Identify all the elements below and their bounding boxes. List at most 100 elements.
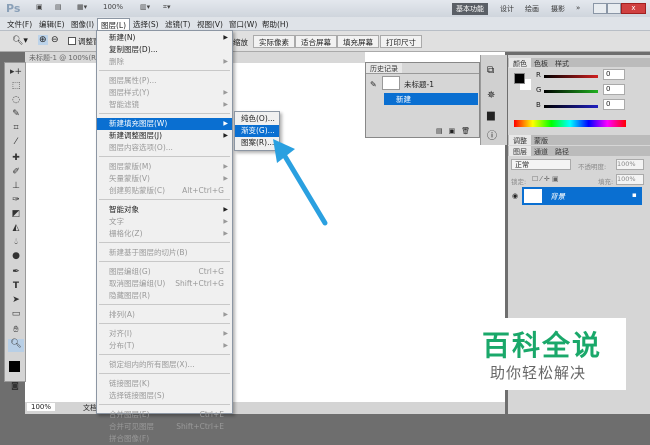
close-button[interactable]: x [621,3,646,14]
menu-item[interactable]: 合并可见图层 Shift+Ctrl+E [97,421,232,433]
menu-item[interactable]: 栅格化(Z) ▶ [97,228,232,240]
menu-item[interactable]: 分布(T) ▶ [97,340,232,352]
arrange-icon[interactable]: ▥▾ [140,3,150,14]
history-panel-icon[interactable]: ⧉ [487,65,494,76]
menu-item[interactable]: 排列(A) ▶ [97,309,232,321]
menu-item[interactable]: 新建(N) ▶ [97,32,232,44]
snapshot-name[interactable]: 未标题-1 [404,79,434,90]
menu-layer[interactable]: 图层(L) [97,18,131,30]
history-actions-icon[interactable]: ▤▣🗑︎ [436,127,476,135]
history-brush-source-icon[interactable]: ✎ [370,80,377,89]
quick-select-tool-icon[interactable]: ✎ [8,109,24,122]
healing-tool-icon[interactable]: ✚ [8,153,24,166]
bridge-icon[interactable]: ▣ [36,3,43,14]
menu-item[interactable]: 新建基于图层的切片(B) [97,247,232,259]
history-tab[interactable]: 历史记录 [366,63,402,73]
foreground-color[interactable] [9,361,20,372]
zoom-tool-preset-icon[interactable]: 🔍︎▾ [12,36,28,46]
menu-image[interactable]: 图像(I) [68,18,97,30]
menu-item[interactable]: 智能对象 ▶ [97,204,232,216]
tab-paths[interactable]: 路径 [551,146,573,156]
menu-item[interactable]: 图层编组(G) Ctrl+G [97,266,232,278]
menu-item[interactable]: 文字 ▶ [97,216,232,228]
zoom-out-icon[interactable]: ⊖ [51,35,59,45]
tab-swatches[interactable]: 色板 [530,58,552,68]
channel-value-input[interactable]: 0 [603,99,625,110]
channel-slider[interactable] [544,105,598,108]
menu-item[interactable]: 隐藏图层(R) [97,290,232,302]
workspace-essentials[interactable]: 基本功能 [452,3,488,15]
menu-item[interactable]: 智能滤镜 ▶ [97,99,232,111]
workspace-more[interactable]: » [572,3,584,15]
move-tool-icon[interactable]: ▸+ [8,67,24,80]
menu-item[interactable]: 矢量蒙版(V) ▶ [97,173,232,185]
menu-item[interactable]: 创建剪贴蒙版(C) Alt+Ctrl+G [97,185,232,197]
pen-tool-icon[interactable]: ✒ [8,267,24,280]
layer-row[interactable]: 背景 ▪ [522,187,642,205]
fit-screen-button[interactable]: 适合屏幕 [295,35,337,48]
channel-slider[interactable] [544,90,598,93]
menu-item[interactable]: 选择链接图层(S) [97,390,232,402]
history-brush-icon[interactable]: ✑ [8,195,24,208]
screen-mode-icon[interactable]: ⌗▾ [163,3,170,14]
menu-item[interactable]: 新建调整图层(J) ▶ [97,130,232,142]
menu-item[interactable]: 图层样式(Y) ▶ [97,87,232,99]
bucket-tool-icon[interactable]: ◭ [8,223,24,236]
brush-tool-icon[interactable]: ✐ [8,167,24,180]
workspace-photography[interactable]: 摄影 [547,3,569,15]
menu-file[interactable]: 文件(F) [4,18,35,30]
eraser-tool-icon[interactable]: ◩ [8,209,24,222]
fill-input[interactable]: 100% [616,174,644,185]
quick-mask-icon[interactable]: ◙ [7,381,23,394]
submenu-item[interactable]: 纯色(O)... [235,113,279,125]
shape-tool-icon[interactable]: ▭ [8,309,24,322]
lasso-tool-icon[interactable]: ◌ [8,95,24,108]
workspace-painting[interactable]: 绘画 [521,3,543,15]
fill-screen-button[interactable]: 填充屏幕 [337,35,379,48]
tab-color[interactable]: 颜色 [509,58,531,68]
menu-item[interactable]: 复制图层(D)... [97,44,232,56]
menu-select[interactable]: 选择(S) [130,18,162,30]
dodge-tool-icon[interactable]: ● [8,251,24,264]
tab-masks[interactable]: 蒙版 [530,135,552,145]
tab-layers[interactable]: 图层 [509,146,531,156]
menu-edit[interactable]: 编辑(E) [36,18,68,30]
menu-item[interactable]: 图层属性(P)... [97,75,232,87]
color-spectrum[interactable] [514,120,626,127]
menu-item[interactable]: 图层蒙版(M) ▶ [97,161,232,173]
lock-icons[interactable]: ☐ ⁄ ✛ ▣ [532,175,559,183]
menu-item[interactable]: 合并图层(E) Ctrl+E [97,409,232,421]
actual-pixels-button[interactable]: 实际像素 [253,35,295,48]
snapshot-thumbnail[interactable] [382,76,400,90]
menu-item[interactable]: 删除 ▶ [97,56,232,68]
minimize-button[interactable] [593,3,607,14]
menu-help[interactable]: 帮助(H) [259,18,292,30]
zoom-tool-icon[interactable]: 🔍︎ [8,339,24,352]
print-size-button[interactable]: 打印尺寸 [380,35,422,48]
path-select-icon[interactable]: ➤ [8,295,24,308]
blur-tool-icon[interactable]: 💧︎ [8,237,24,250]
eyedropper-tool-icon[interactable]: ⁄ [8,137,24,150]
opacity-input[interactable]: 100% [616,159,644,170]
menu-item[interactable]: 对齐(I) ▶ [97,328,232,340]
view-extras-icon[interactable]: ▦▾ [77,3,87,14]
marquee-tool-icon[interactable]: ⬚ [8,81,24,94]
menu-view[interactable]: 视图(V) [194,18,226,30]
navigator-icon[interactable]: ✵ [487,90,495,101]
channel-value-input[interactable]: 0 [603,69,625,80]
menu-item[interactable]: 锁定组内的所有图层(X)... [97,359,232,371]
menu-item[interactable]: 拼合图像(F) [97,433,232,445]
histogram-icon[interactable]: ▆ [487,110,495,121]
maximize-button[interactable] [607,3,621,14]
workspace-design[interactable]: 设计 [496,3,518,15]
resize-windows-checkbox[interactable] [68,37,76,45]
menu-item[interactable]: 图层内容选项(O)... [97,142,232,154]
channel-slider[interactable] [544,75,598,78]
info-icon[interactable]: ⓘ [487,127,497,142]
history-step[interactable]: 新建 [384,93,478,105]
channel-value-input[interactable]: 0 [603,84,625,95]
status-zoom[interactable]: 100% [27,403,56,411]
zoom-in-icon[interactable]: ⊕ [38,35,48,45]
menu-window[interactable]: 窗口(W) [226,18,260,30]
stamp-tool-icon[interactable]: ⊥ [8,181,24,194]
